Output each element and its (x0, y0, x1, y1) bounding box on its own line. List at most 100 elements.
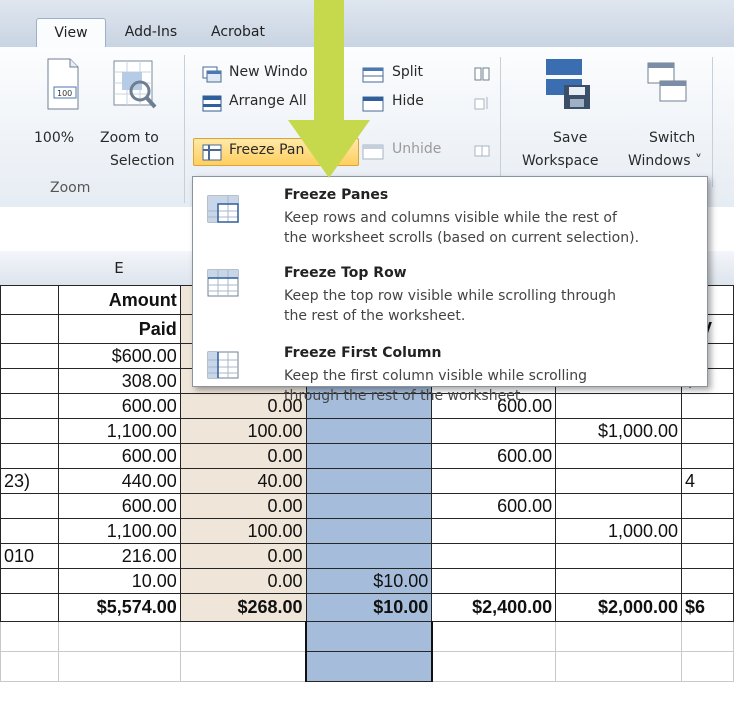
cell[interactable]: 308.00 (57, 368, 181, 394)
cell[interactable]: 100.00 (179, 418, 307, 444)
cell[interactable]: 440.00 (57, 468, 181, 494)
cell[interactable] (681, 543, 734, 569)
split-button[interactable]: Split (362, 64, 462, 86)
cell[interactable]: 40.00 (179, 468, 307, 494)
cell[interactable] (555, 568, 683, 594)
cell[interactable] (0, 393, 59, 419)
cell[interactable]: $10.00 (305, 568, 433, 594)
cell[interactable] (681, 493, 734, 519)
switch-windows-icon[interactable] (644, 59, 690, 109)
switch-windows-label-1[interactable]: Switch (649, 130, 695, 146)
cell[interactable] (681, 621, 734, 652)
total-cell[interactable]: $2,000.00 (555, 593, 683, 622)
cell[interactable]: 010 (0, 543, 59, 569)
menu-item-freeze-top-row[interactable]: Freeze Top Row Keep the top row visible … (193, 263, 707, 327)
cell[interactable]: $600.00 (57, 343, 181, 369)
zoom-to-selection-label-2[interactable]: Selection (110, 153, 175, 169)
total-cell[interactable] (0, 593, 59, 622)
tab-acrobat[interactable]: Acrobat (198, 18, 278, 47)
cell[interactable] (57, 621, 181, 652)
cell[interactable] (0, 621, 59, 652)
cell[interactable]: 600.00 (57, 493, 181, 519)
cell[interactable]: 600.00 (431, 493, 557, 519)
cell[interactable]: 600.00 (57, 443, 181, 469)
cell[interactable] (555, 468, 683, 494)
menu-item-freeze-first-column[interactable]: Freeze First Column Keep the first colum… (193, 341, 707, 385)
cell[interactable] (0, 568, 59, 594)
tab-view[interactable]: View (36, 18, 106, 48)
zoom-to-selection-label-1[interactable]: Zoom to (100, 130, 159, 146)
column-header-e[interactable]: E (58, 251, 181, 286)
cell[interactable] (305, 493, 433, 519)
zoom-100-icon[interactable]: 100 (42, 57, 84, 112)
cell[interactable] (555, 393, 683, 419)
cell[interactable]: $1,000.00 (555, 418, 683, 444)
cell[interactable] (305, 443, 433, 469)
cell[interactable]: 1,000.00 (555, 518, 683, 544)
cell[interactable]: 600.00 (57, 393, 181, 419)
cell[interactable] (0, 285, 59, 315)
cell[interactable] (305, 468, 433, 494)
view-side-by-side-icon[interactable] (474, 66, 490, 82)
cell[interactable]: 23) (0, 468, 59, 494)
cell[interactable] (431, 621, 557, 652)
cell[interactable] (681, 518, 734, 544)
cell[interactable] (681, 568, 734, 594)
save-workspace-icon[interactable] (544, 55, 594, 111)
total-cell[interactable]: $2,400.00 (431, 593, 557, 622)
column-header-d[interactable] (0, 251, 59, 286)
save-workspace-label-1[interactable]: Save (553, 130, 587, 146)
cell[interactable]: 10.00 (57, 568, 181, 594)
cell[interactable] (57, 651, 181, 682)
cell[interactable] (431, 418, 557, 444)
zoom-100-label[interactable]: 100% (34, 130, 74, 146)
header-paid[interactable]: Paid (57, 314, 181, 344)
cell[interactable] (0, 368, 59, 394)
cell[interactable] (305, 418, 433, 444)
cell[interactable] (179, 651, 307, 682)
cell[interactable] (179, 621, 307, 652)
cell[interactable] (431, 468, 557, 494)
cell[interactable] (681, 393, 734, 419)
cell[interactable] (0, 314, 59, 344)
cell[interactable] (431, 568, 557, 594)
total-cell[interactable]: $10.00 (305, 593, 433, 622)
cell[interactable]: 0.00 (179, 443, 307, 469)
cell[interactable] (555, 621, 683, 652)
tab-add-ins[interactable]: Add-Ins (110, 18, 192, 47)
cell[interactable] (555, 651, 683, 682)
total-cell[interactable]: $6 (681, 593, 734, 622)
cell[interactable] (555, 443, 683, 469)
total-cell[interactable]: $268.00 (179, 593, 307, 622)
cell[interactable] (431, 651, 557, 682)
cell[interactable]: 600.00 (431, 443, 557, 469)
cell[interactable] (431, 543, 557, 569)
cell[interactable]: 1,100.00 (57, 418, 181, 444)
cell[interactable] (305, 651, 433, 682)
cell[interactable] (681, 418, 734, 444)
cell[interactable] (0, 443, 59, 469)
cell[interactable]: 100.00 (179, 518, 307, 544)
save-workspace-label-2[interactable]: Workspace (522, 153, 599, 169)
cell[interactable] (555, 543, 683, 569)
cell[interactable] (0, 518, 59, 544)
cell[interactable] (305, 621, 433, 652)
cell[interactable]: 216.00 (57, 543, 181, 569)
cell[interactable] (0, 343, 59, 369)
cell[interactable] (0, 418, 59, 444)
cell[interactable] (681, 651, 734, 682)
cell[interactable] (0, 651, 59, 682)
total-cell[interactable]: $5,574.00 (57, 593, 181, 622)
zoom-to-selection-icon[interactable] (110, 57, 158, 112)
cell[interactable] (305, 518, 433, 544)
cell[interactable] (555, 493, 683, 519)
menu-item-freeze-panes[interactable]: Freeze Panes Keep rows and columns visib… (193, 187, 707, 251)
cell[interactable]: 1,100.00 (57, 518, 181, 544)
cell[interactable] (305, 543, 433, 569)
switch-windows-label-2[interactable]: Windows ˅ (628, 153, 702, 169)
cell[interactable]: 0.00 (179, 568, 307, 594)
cell[interactable] (0, 493, 59, 519)
cell[interactable]: 0.00 (179, 543, 307, 569)
cell[interactable] (681, 443, 734, 469)
header-amount[interactable]: Amount (57, 285, 181, 315)
